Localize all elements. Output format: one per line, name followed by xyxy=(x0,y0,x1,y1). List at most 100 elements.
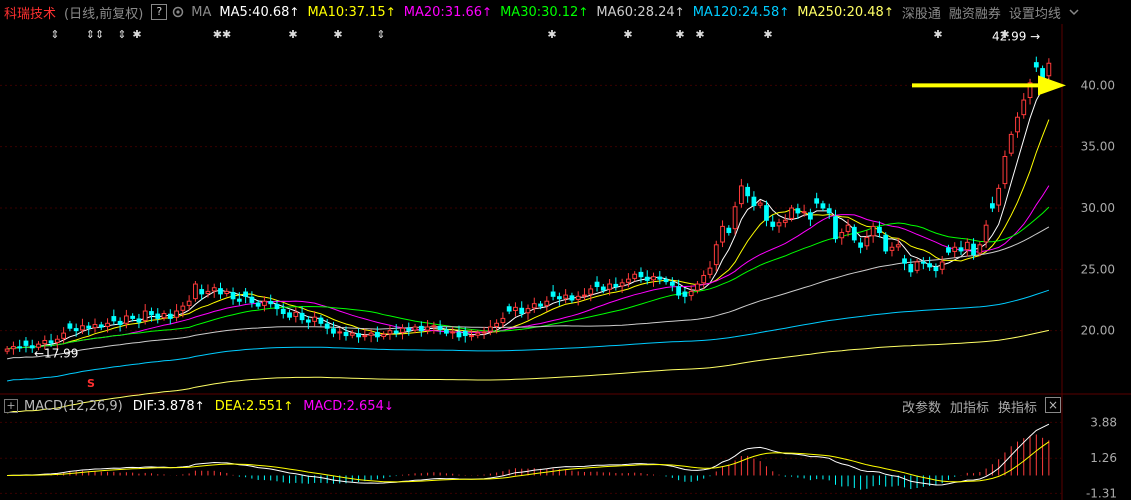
candle-body-up xyxy=(481,331,487,334)
change-params-button[interactable]: 改参数 xyxy=(902,397,941,416)
candle-body-up xyxy=(61,332,66,339)
event-mark: ✱ xyxy=(132,28,141,41)
candle-body-up xyxy=(964,241,970,251)
candle xyxy=(795,203,801,219)
candle xyxy=(1033,56,1039,72)
candle xyxy=(952,242,958,258)
candle xyxy=(958,240,964,255)
candle-body-up xyxy=(80,325,85,331)
candle-body-down xyxy=(600,286,606,291)
candle xyxy=(293,307,299,323)
candle-body-up xyxy=(839,232,845,239)
candle-body-up xyxy=(1046,62,1052,77)
candle-body-down xyxy=(86,325,92,329)
candle-body-up xyxy=(387,330,393,335)
candle xyxy=(67,320,73,332)
candle xyxy=(425,319,430,335)
candle-body-down xyxy=(946,247,951,253)
candle-body-up xyxy=(450,331,456,334)
candle-body-up xyxy=(713,244,719,266)
event-mark: ✱✱ xyxy=(213,28,231,41)
candle-body-down xyxy=(814,198,820,204)
macd-label: MACD:2.654 xyxy=(303,398,384,414)
event-mark: ⇕⇕ xyxy=(86,28,104,41)
candle xyxy=(933,263,939,278)
candle-body-up xyxy=(180,305,186,311)
candle-body-up xyxy=(939,261,945,270)
candle-body-down xyxy=(462,330,468,337)
candle xyxy=(920,257,926,270)
candle-body-down xyxy=(676,286,681,296)
candle-body-down xyxy=(117,320,123,326)
candle-body-up xyxy=(707,267,713,275)
candlestick-chart[interactable]: 40.0035.0030.0025.0020.0042.99 →←17.99⇕ ⇕… xyxy=(0,0,1131,500)
candle xyxy=(858,237,863,254)
candle xyxy=(990,196,995,213)
candle-body-down xyxy=(199,289,205,295)
candle xyxy=(996,184,1002,213)
candle xyxy=(268,294,274,308)
candle-body-down xyxy=(594,281,600,288)
min-price-label: ←17.99 xyxy=(34,346,78,360)
add-indicator-button[interactable]: 加指标 xyxy=(950,397,989,416)
candle-body-up xyxy=(475,332,481,336)
y-tick-label: 40.00 xyxy=(1081,78,1115,92)
candle-body-up xyxy=(174,310,179,318)
candle xyxy=(814,192,820,209)
candle-body-up xyxy=(582,294,587,297)
candle-body-up xyxy=(870,225,876,237)
signal-mark: S xyxy=(87,377,95,390)
candle xyxy=(337,327,343,340)
candle xyxy=(851,224,857,243)
candle-body-up xyxy=(996,187,1002,206)
candle-body-down xyxy=(17,346,23,349)
candle-body-down xyxy=(356,333,361,338)
candle-body-up xyxy=(977,244,983,254)
candle-body-down xyxy=(920,261,926,264)
candle-body-up xyxy=(469,335,474,338)
macd-name[interactable]: MACD(12,26,9) xyxy=(24,399,123,414)
candle-body-down xyxy=(230,292,236,300)
candle xyxy=(531,297,537,313)
candle xyxy=(274,300,280,316)
candle xyxy=(1015,112,1020,138)
candle-body-down xyxy=(67,323,73,329)
candle-body-up xyxy=(262,300,267,306)
candle-body-down xyxy=(343,331,349,337)
candle-body-up xyxy=(54,338,60,343)
candle-body-down xyxy=(23,340,29,346)
candle-body-down xyxy=(745,186,751,197)
candle-body-down xyxy=(883,234,889,252)
candle-body-down xyxy=(826,208,832,214)
candle-body-down xyxy=(299,312,305,321)
candle-body-down xyxy=(130,315,136,319)
dif-line xyxy=(7,423,1050,486)
candle-body-up xyxy=(425,326,430,331)
candle xyxy=(243,287,248,304)
switch-indicator-button[interactable]: 换指标 xyxy=(998,397,1037,416)
candle xyxy=(111,309,117,325)
dif-label: DIF:3.878 xyxy=(132,398,195,414)
close-icon[interactable]: × xyxy=(1045,397,1061,413)
candle xyxy=(1046,58,1052,82)
candle xyxy=(1021,93,1027,119)
candle xyxy=(186,295,192,311)
candle xyxy=(964,238,970,257)
add-indicator-icon[interactable]: + xyxy=(4,399,18,413)
candle xyxy=(808,208,813,227)
candle xyxy=(977,241,983,257)
ma-line-ma60 xyxy=(6,226,1050,360)
dea-arrow-icon: ↑ xyxy=(283,398,294,413)
event-mark: ⇕ xyxy=(376,28,385,41)
candle-body-down xyxy=(933,266,939,272)
candle-body-down xyxy=(795,208,801,214)
candle-body-up xyxy=(563,294,569,299)
candle-body-up xyxy=(626,278,631,283)
candle-body-down xyxy=(726,227,732,234)
dif-value: DIF:3.878↑ xyxy=(133,399,205,414)
candle-body-up xyxy=(575,295,581,300)
candle xyxy=(983,220,989,248)
candle-body-down xyxy=(111,316,117,322)
candle xyxy=(902,254,907,271)
y-tick-label: 35.00 xyxy=(1081,140,1115,154)
